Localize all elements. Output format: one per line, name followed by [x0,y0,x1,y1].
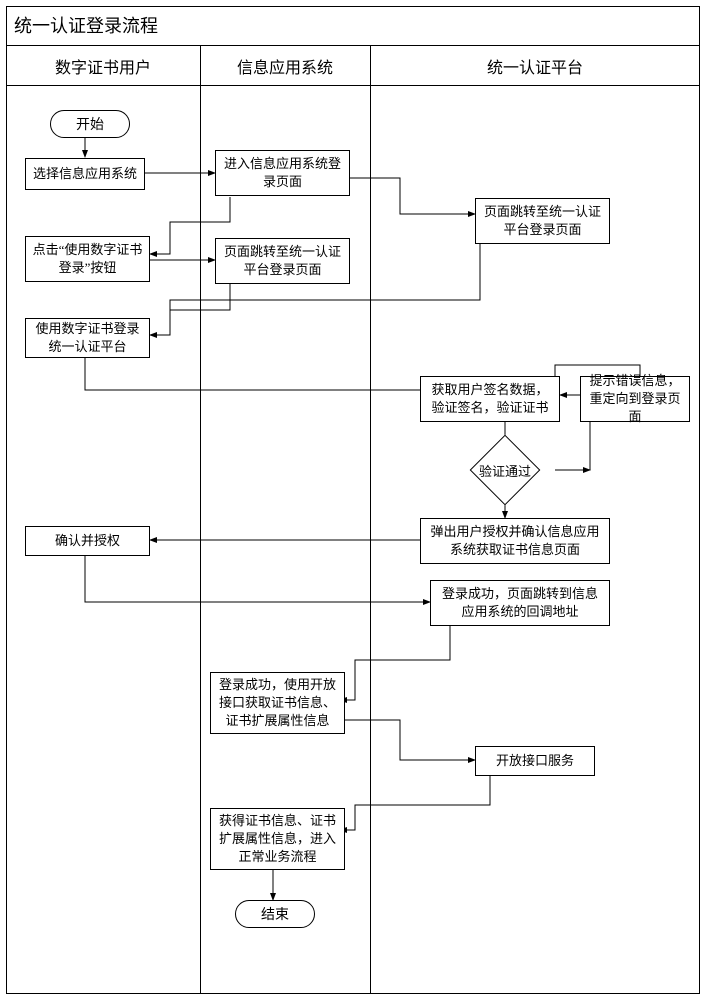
lane-divider [370,46,371,994]
diagram-title: 统一认证登录流程 [6,6,700,46]
select-sys-step: 选择信息应用系统 [25,158,145,190]
popup-auth-step: 弹出用户授权并确认信息应用系统获取证书信息页面 [420,518,610,564]
redirect-a-step: 页面跳转至统一认证平台登录页面 [215,238,350,284]
lane-header-app: 信息应用系统 [200,46,370,86]
diagram-frame [6,6,700,994]
verify-decision: 验证通过 [455,446,555,494]
redirect-b-step: 页面跳转至统一认证平台登录页面 [475,198,610,244]
lane-divider [200,46,201,994]
lane-header-platform: 统一认证平台 [370,46,700,86]
verify-sign-step: 获取用户签名数据，验证签名，验证证书 [420,376,560,422]
lane-header-user: 数字证书用户 [6,46,200,86]
open-api-step: 开放接口服务 [475,746,595,776]
start-terminator: 开始 [50,110,130,138]
click-cert-btn-step: 点击“使用数字证书登录”按钮 [25,236,150,282]
enter-login-page-step: 进入信息应用系统登录页面 [215,150,350,196]
error-redirect-step: 提示错误信息，重定向到登录页面 [580,376,690,422]
verify-decision-label: 验证通过 [455,446,555,494]
get-cert-info-step: 获得证书信息、证书扩展属性信息，进入正常业务流程 [210,808,345,870]
login-ok-openapi-step: 登录成功，使用开放接口获取证书信息、证书扩展属性信息 [210,672,345,734]
login-plat-step: 使用数字证书登录统一认证平台 [25,318,150,358]
confirm-auth-step: 确认并授权 [25,526,150,556]
login-ok-callback-step: 登录成功，页面跳转到信息应用系统的回调地址 [430,580,610,626]
end-terminator: 结束 [235,900,315,928]
